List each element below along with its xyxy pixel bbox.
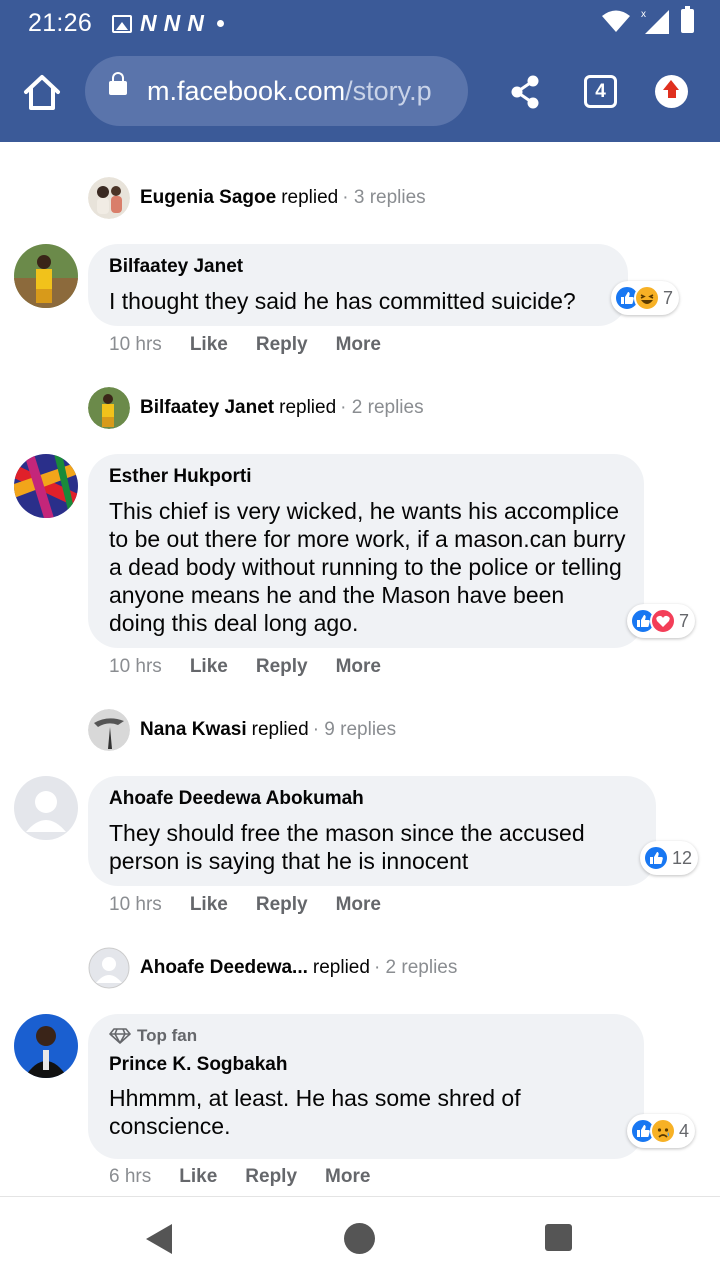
url-bar[interactable]: m.facebook.com/story.p: [85, 56, 468, 126]
top-fan-label: Top fan: [137, 1026, 198, 1045]
svg-text:x: x: [641, 9, 646, 20]
top-fan-badge: Top fan: [109, 1026, 626, 1046]
reaction-summary[interactable]: 7: [611, 281, 680, 315]
reply-summary[interactable]: Ahoafe Deedewa... replied · 2 replies: [88, 946, 457, 990]
avatar[interactable]: [14, 776, 78, 840]
reply-verb: replied: [251, 719, 309, 740]
more-button[interactable]: More: [336, 656, 381, 678]
comment-time[interactable]: 10 hrs: [109, 894, 162, 916]
reply-button[interactable]: Reply: [256, 894, 308, 916]
reaction-count: 7: [663, 287, 674, 308]
reaction-summary[interactable]: 12: [640, 841, 699, 875]
more-button[interactable]: More: [336, 334, 381, 356]
comment-author[interactable]: Prince K. Sogbakah: [109, 1054, 626, 1076]
reaction-summary[interactable]: 7: [627, 604, 696, 638]
reply-verb: replied: [279, 397, 337, 418]
url-host: m.facebook.com: [147, 76, 346, 106]
comment-bubble[interactable]: Bilfaatey Janet I thought they said he h…: [88, 244, 628, 326]
like-button[interactable]: Like: [179, 1166, 217, 1188]
comment-text: They should free the mason since the acc…: [109, 820, 585, 874]
more-button[interactable]: More: [325, 1166, 370, 1188]
avatar: [88, 387, 130, 429]
reply-count: · 9 replies: [312, 719, 397, 740]
love-icon: [650, 608, 676, 634]
url-text: m.facebook.com/story.p: [147, 76, 432, 107]
avatar[interactable]: [14, 1014, 78, 1078]
url-path: /story.p: [345, 76, 432, 106]
more-button[interactable]: More: [336, 894, 381, 916]
reply-button[interactable]: Reply: [245, 1166, 297, 1188]
avatar: [88, 709, 130, 751]
comment-text: I thought they said he has committed sui…: [109, 288, 576, 314]
avatar: [88, 947, 130, 989]
like-button[interactable]: Like: [190, 656, 228, 678]
comment-actions: 6 hrs Like Reply More: [109, 1166, 398, 1188]
comment-actions: 10 hrs Like Reply More: [109, 894, 409, 916]
haha-icon: [634, 285, 660, 311]
n-icon: N: [140, 10, 157, 36]
reply-author[interactable]: Eugenia Sagoe: [140, 187, 276, 209]
reply-summary[interactable]: Eugenia Sagoe replied · 3 replies: [88, 176, 426, 220]
reply-button[interactable]: Reply: [256, 334, 308, 356]
comment-text: This chief is very wicked, he wants his …: [109, 498, 626, 636]
system-icons: x: [601, 6, 694, 34]
battery-icon: [681, 6, 694, 33]
sad-icon: [650, 1118, 676, 1144]
n-icon: N: [163, 10, 181, 36]
comment-author[interactable]: Ahoafe Deedewa Abokumah: [109, 788, 638, 810]
lock-icon: [109, 72, 127, 95]
reply-button[interactable]: Reply: [256, 656, 308, 678]
reply-count: · 2 replies: [340, 397, 424, 418]
avatar[interactable]: [14, 244, 78, 308]
browser-toolbar: m.facebook.com/story.p 4: [0, 44, 720, 142]
comment-actions: 10 hrs Like Reply More: [109, 334, 409, 356]
comment-author[interactable]: Esther Hukporti: [109, 466, 626, 488]
reaction-count: 4: [679, 1120, 690, 1141]
notification-icons: N N N: [112, 10, 224, 37]
reaction-count: 7: [679, 610, 690, 631]
dot-icon: [216, 20, 224, 27]
signal-icon: x: [641, 9, 669, 34]
reply-count: · 2 replies: [373, 957, 458, 978]
comment-bubble[interactable]: Ahoafe Deedewa Abokumah They should free…: [88, 776, 656, 886]
update-icon[interactable]: [655, 75, 688, 108]
like-button[interactable]: Like: [190, 334, 228, 356]
comment-actions: 10 hrs Like Reply More: [109, 656, 409, 678]
tab-switcher-button[interactable]: 4: [584, 75, 617, 108]
avatar[interactable]: [14, 454, 78, 518]
status-bar: 21:26 N N N x: [0, 0, 720, 44]
n-icon: N: [187, 10, 204, 36]
comment-author[interactable]: Bilfaatey Janet: [109, 256, 610, 278]
comments-list: Eugenia Sagoe replied · 3 replies Bilfaa…: [0, 142, 720, 1196]
share-icon[interactable]: [508, 74, 542, 110]
comment-bubble[interactable]: Top fan Prince K. Sogbakah Hhmmm, at lea…: [88, 1014, 644, 1159]
like-button[interactable]: Like: [190, 894, 228, 916]
reply-summary[interactable]: Bilfaatey Janet replied · 2 replies: [88, 386, 424, 430]
comment-time[interactable]: 10 hrs: [109, 334, 162, 356]
comment-time[interactable]: 6 hrs: [109, 1166, 151, 1188]
avatar: [88, 177, 130, 219]
home-circle-icon[interactable]: [344, 1223, 375, 1254]
reaction-count: 12: [672, 847, 693, 868]
navigation-bar: [0, 1196, 720, 1280]
reply-author[interactable]: Ahoafe Deedewa...: [140, 957, 308, 979]
like-icon: [643, 845, 669, 871]
reply-count: · 3 replies: [342, 187, 426, 208]
status-time: 21:26: [28, 9, 93, 37]
diamond-icon: [109, 1028, 131, 1044]
home-icon[interactable]: [20, 71, 64, 115]
back-icon[interactable]: [146, 1224, 172, 1254]
recents-icon[interactable]: [545, 1224, 572, 1251]
reply-verb: replied: [281, 187, 339, 208]
image-icon: [112, 14, 132, 33]
comment-bubble[interactable]: Esther Hukporti This chief is very wicke…: [88, 454, 644, 648]
comment-text: Hhmmm, at least. He has some shred of co…: [109, 1085, 521, 1139]
reply-author[interactable]: Nana Kwasi: [140, 719, 247, 741]
reaction-summary[interactable]: 4: [627, 1114, 696, 1148]
reply-summary[interactable]: Nana Kwasi replied · 9 replies: [88, 708, 396, 752]
comment-time[interactable]: 10 hrs: [109, 656, 162, 678]
reply-verb: replied: [312, 957, 370, 978]
reply-author[interactable]: Bilfaatey Janet: [140, 397, 274, 419]
wifi-icon: [602, 10, 630, 32]
